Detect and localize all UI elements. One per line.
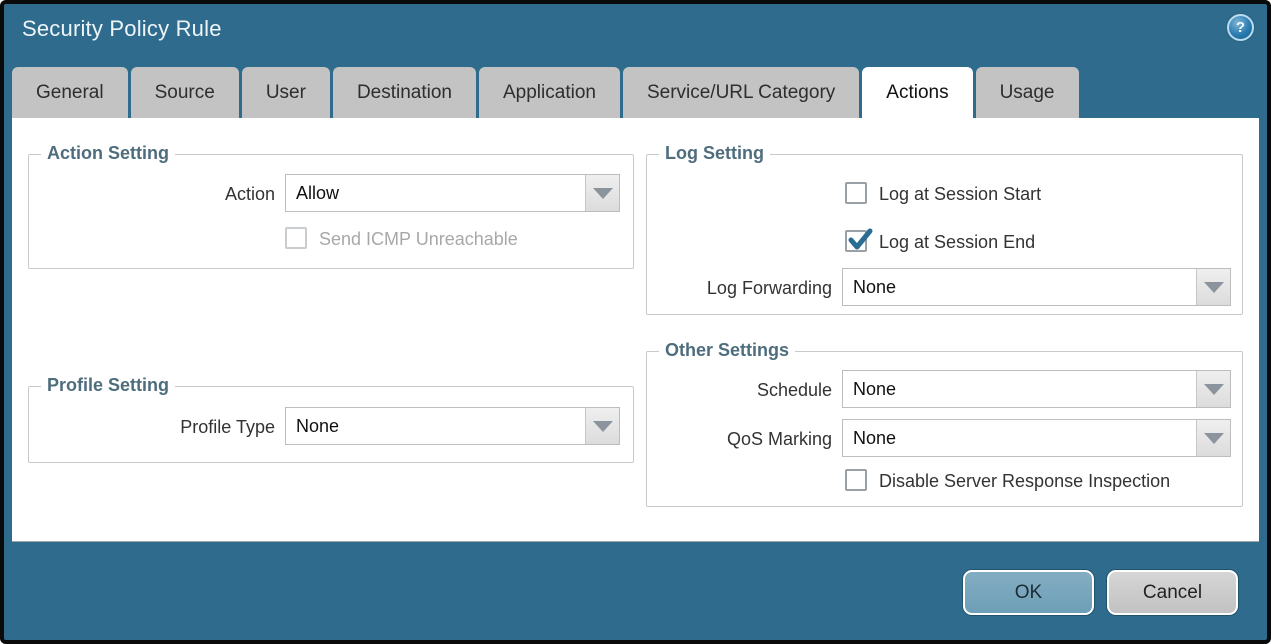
actions-tab-panel: Action Setting Action Allow Send ICMP Un… (12, 118, 1259, 542)
tab-usage[interactable]: Usage (976, 67, 1079, 118)
checkmark-icon (846, 226, 874, 254)
chevron-down-icon[interactable] (1196, 371, 1230, 407)
action-label: Action (52, 184, 275, 205)
disable-server-response-inspection-label: Disable Server Response Inspection (879, 471, 1170, 492)
tab-general[interactable]: General (12, 67, 128, 118)
qos-marking-dropdown[interactable]: None (842, 419, 1231, 457)
log-setting-legend: Log Setting (659, 143, 770, 164)
log-forwarding-label: Log Forwarding (612, 278, 832, 299)
schedule-dropdown[interactable]: None (842, 370, 1231, 408)
cancel-button[interactable]: Cancel (1107, 570, 1238, 615)
security-policy-rule-dialog: Security Policy Rule ? General Source Us… (0, 0, 1271, 644)
tab-service-url-category[interactable]: Service/URL Category (623, 67, 859, 118)
profile-type-dropdown[interactable]: None (285, 407, 620, 445)
tab-application[interactable]: Application (479, 67, 620, 118)
profile-setting-legend: Profile Setting (41, 375, 175, 396)
chevron-down-icon[interactable] (585, 175, 619, 211)
chevron-down-icon[interactable] (1196, 269, 1230, 305)
tab-bar: General Source User Destination Applicat… (12, 67, 1079, 118)
profile-type-dropdown-value: None (286, 408, 585, 444)
log-at-session-start-label: Log at Session Start (879, 184, 1041, 205)
profile-type-label: Profile Type (52, 417, 275, 438)
send-icmp-unreachable-checkbox[interactable] (285, 227, 307, 249)
tab-source[interactable]: Source (131, 67, 239, 118)
log-forwarding-dropdown-value: None (843, 269, 1196, 305)
schedule-dropdown-value: None (843, 371, 1196, 407)
schedule-label: Schedule (612, 380, 832, 401)
disable-server-response-inspection-checkbox[interactable] (845, 469, 867, 491)
help-icon-glyph: ? (1236, 19, 1245, 36)
chevron-down-icon[interactable] (1196, 420, 1230, 456)
action-setting-legend: Action Setting (41, 143, 175, 164)
tab-user[interactable]: User (242, 67, 330, 118)
send-icmp-unreachable-label: Send ICMP Unreachable (319, 229, 518, 250)
other-settings-legend: Other Settings (659, 340, 795, 361)
action-dropdown-value: Allow (286, 175, 585, 211)
help-icon[interactable]: ? (1227, 14, 1254, 41)
qos-marking-dropdown-value: None (843, 420, 1196, 456)
log-at-session-end-checkbox[interactable] (845, 230, 867, 252)
action-dropdown[interactable]: Allow (285, 174, 620, 212)
ok-button[interactable]: OK (963, 570, 1094, 615)
log-at-session-start-checkbox[interactable] (845, 182, 867, 204)
log-at-session-end-label: Log at Session End (879, 232, 1035, 253)
tab-destination[interactable]: Destination (333, 67, 476, 118)
qos-marking-label: QoS Marking (612, 429, 832, 450)
log-forwarding-dropdown[interactable]: None (842, 268, 1231, 306)
dialog-title: Security Policy Rule (22, 16, 222, 42)
tab-actions[interactable]: Actions (862, 67, 972, 118)
